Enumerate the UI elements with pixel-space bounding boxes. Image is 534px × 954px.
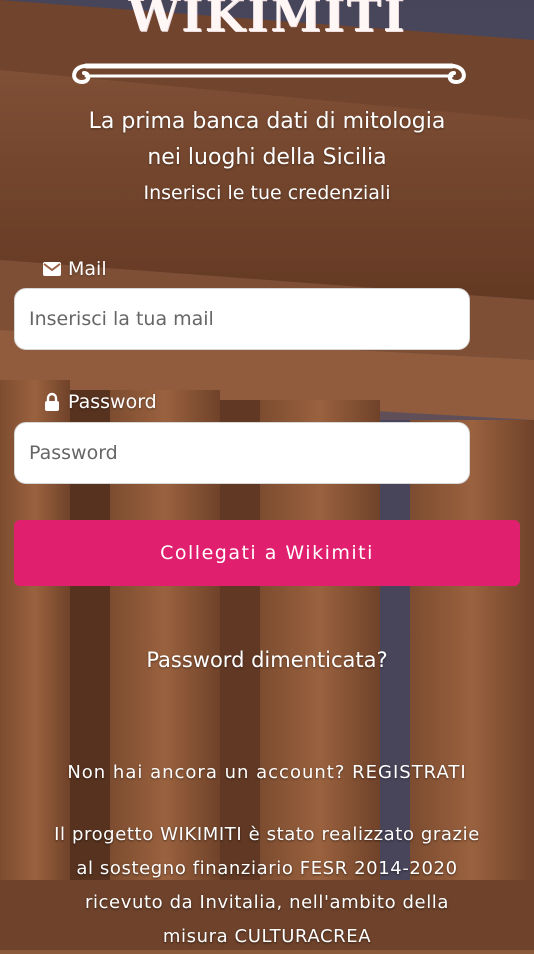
- mail-label: Mail: [42, 258, 107, 280]
- tagline-line-2: nei luoghi della Sicilia: [147, 145, 387, 170]
- funding-line-2: al sostegno finanziario FESR 2014-2020: [76, 858, 458, 879]
- lock-icon: [45, 392, 59, 411]
- register-prompt-text: Non hai ancora un account?: [67, 762, 346, 783]
- mail-label-text: Mail: [68, 258, 107, 280]
- funding-line-1: Il progetto WIKIMITI è stato realizzato …: [54, 824, 480, 845]
- password-input[interactable]: [14, 422, 470, 484]
- scroll-ornament-icon: [72, 63, 466, 85]
- register-link[interactable]: REGISTRATI: [352, 762, 467, 783]
- credentials-prompt: Inserisci le tue credenziali: [143, 182, 391, 204]
- mail-input[interactable]: [14, 288, 470, 350]
- password-label-text: Password: [68, 391, 157, 413]
- login-button[interactable]: Collegati a Wikimiti: [14, 520, 520, 586]
- app-logo: WIKIMITI: [127, 0, 407, 42]
- funding-notice: Il progetto WIKIMITI è stato realizzato …: [0, 818, 534, 954]
- tagline: La prima banca dati di mitologia nei luo…: [0, 104, 534, 176]
- mail-icon: [43, 262, 61, 276]
- tagline-line-1: La prima banca dati di mitologia: [88, 109, 446, 134]
- register-prompt: Non hai ancora un account? REGISTRATI: [0, 762, 534, 783]
- forgot-password-link[interactable]: Password dimenticata?: [0, 648, 534, 672]
- funding-line-4: misura CULTURACREA: [162, 926, 372, 947]
- funding-line-3: ricevuto da Invitalia, nell'ambito della: [84, 892, 450, 913]
- password-label: Password: [42, 391, 157, 413]
